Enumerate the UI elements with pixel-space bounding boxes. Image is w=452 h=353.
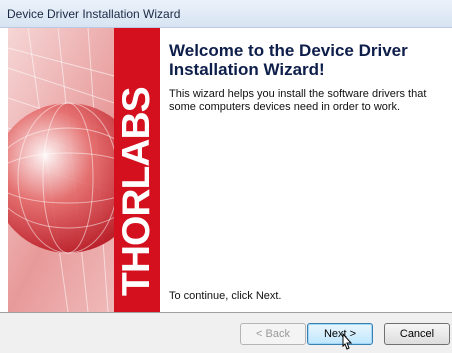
thorlabs-banner: THORLABS	[8, 28, 160, 312]
page-title: Welcome to the Device Driver Installatio…	[169, 41, 408, 79]
continue-instruction: To continue, click Next.	[169, 290, 282, 302]
brand-text: THORLABS	[115, 87, 158, 296]
wizard-window: Device Driver Installation Wizard THORLA…	[0, 0, 452, 353]
button-bar: < Back Next > Cancel	[0, 313, 452, 353]
page-description: This wizard helps you install the softwa…	[169, 88, 427, 113]
mouse-pointer-icon	[342, 333, 353, 350]
window-title: Device Driver Installation Wizard	[7, 7, 181, 21]
title-bar[interactable]: Device Driver Installation Wizard	[0, 0, 452, 28]
wizard-content: THORLABS Welcome to the Device Driver In…	[0, 28, 452, 312]
cancel-button[interactable]: Cancel	[384, 323, 450, 345]
back-button[interactable]: < Back	[240, 323, 306, 345]
